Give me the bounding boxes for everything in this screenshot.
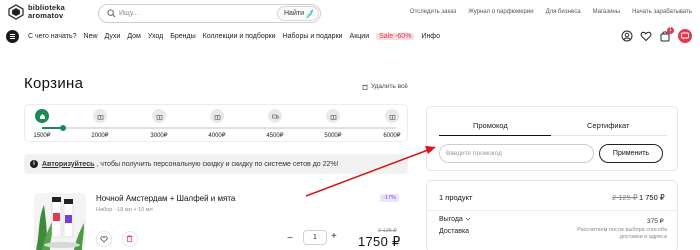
logo[interactable]: biblioteka aromatov [8, 4, 65, 20]
chevron-down-icon [465, 217, 471, 221]
search-icon [107, 9, 116, 18]
discount-badge: -17% [380, 194, 399, 202]
info-icon: i [30, 160, 38, 168]
summary-benefit-value: 375 ₽ [647, 218, 664, 225]
nav-item-start[interactable]: С чего начать? [28, 33, 77, 40]
top-link-business[interactable]: Для бизнеса [546, 9, 581, 15]
progress-track [42, 125, 396, 131]
discount-progress: 1500₽ 2000₽ 3000₽ 4000₽ 4500₽ 5000₽ 6000… [24, 104, 408, 142]
nav-item-care[interactable]: Уход [148, 33, 163, 40]
top-link-track-order[interactable]: Отследить заказ [410, 9, 456, 15]
summary-delivery-note: Рассчитаем после выбора способа доставки… [577, 227, 667, 240]
milestone-label: 4000₽ [208, 133, 226, 139]
milestone-icon-gift [210, 109, 224, 123]
qty-decrease-button[interactable]: − [287, 233, 293, 244]
page-title: Корзина [24, 75, 84, 92]
milestone-icon-gift [93, 109, 107, 123]
nav-item-brands[interactable]: Бренды [170, 33, 195, 40]
nav-item-sets[interactable]: Наборы и подарки [283, 33, 343, 40]
remove-item-button[interactable] [122, 231, 138, 247]
qty-input[interactable]: 1 [303, 230, 327, 245]
auth-notice: i Авторизуйтесь , чтобы получить персона… [24, 154, 408, 174]
nav-item-sale[interactable]: Sale -60% [376, 33, 415, 40]
feather-icon [304, 9, 313, 20]
product-price: 1750 ₽ [358, 234, 401, 249]
nav-item-info[interactable]: Инфо [421, 33, 440, 40]
nav-item-new[interactable]: New [84, 33, 98, 40]
summary-divider [427, 210, 677, 211]
search-button-label: Найти [284, 10, 304, 17]
trash-icon [126, 235, 133, 242]
chat-button[interactable] [678, 29, 692, 43]
auth-link[interactable]: Авторизуйтесь [42, 161, 94, 168]
nav-item-home[interactable]: Дом [127, 33, 141, 40]
menu-icon[interactable] [6, 30, 19, 43]
cart-icon[interactable]: 1 [659, 27, 674, 42]
benefit-label-text: Выгода [439, 216, 463, 223]
summary-old-total: 2 125 ₽ [612, 193, 638, 202]
nav-item-collections[interactable]: Коллекции и подборки [203, 33, 276, 40]
promo-card: Промокод Сертификат Применить [426, 106, 678, 171]
delete-all-label: Удалить всё [371, 83, 408, 90]
milestone-label: 4500₽ [266, 133, 284, 139]
product-image[interactable] [34, 193, 86, 250]
cart-badge: 1 [667, 27, 674, 34]
milestone-label: 5000₽ [324, 133, 342, 139]
search-button[interactable]: Найти [277, 6, 319, 21]
nav-item-perfume[interactable]: Духи [105, 33, 121, 40]
milestone-icon-gift [326, 109, 340, 123]
nav-item-promos[interactable]: Акции [350, 33, 370, 40]
tab-certificate[interactable]: Сертификат [587, 121, 629, 130]
tab-underline [551, 135, 667, 136]
product-image-art [34, 193, 86, 250]
heart-icon[interactable] [640, 30, 652, 42]
header: biblioteka aromatov Найти Отследить зака… [0, 0, 700, 27]
product-name[interactable]: Ночной Амстердам + Шалфей и мята [96, 194, 235, 203]
search-bar: Найти [98, 4, 321, 23]
milestone-label: 2000₽ [91, 133, 109, 139]
qty-increase-button[interactable]: + [331, 231, 337, 242]
heart-icon [100, 236, 108, 243]
summary-delivery-label: Доставка [439, 228, 470, 235]
apply-promocode-button[interactable]: Применить [599, 144, 663, 163]
nav-icons: 1 [621, 27, 692, 43]
tab-promocode[interactable]: Промокод [473, 121, 508, 130]
tab-underline-active [439, 135, 551, 136]
logo-mark-icon [8, 4, 24, 20]
top-links: Отследить заказ Журнал о парфюмерии Для … [410, 9, 692, 15]
milestone-label: 3000₽ [150, 133, 168, 139]
delete-all-button[interactable]: Удалить всё [362, 83, 408, 90]
top-link-journal[interactable]: Журнал о парфюмерии [468, 9, 533, 15]
progress-marker [60, 125, 67, 131]
promocode-input[interactable] [439, 144, 594, 163]
summary-total: 1 750 ₽ [639, 193, 665, 202]
nav-menu: С чего начать? New Духи Дом Уход Бренды … [28, 33, 440, 40]
top-link-earn[interactable]: Начать зарабатывать [632, 9, 692, 15]
milestone-label: 1500₽ [33, 133, 51, 139]
milestone-icon-gift [152, 109, 166, 123]
auth-notice-text: , чтобы получить персональную скидку и с… [96, 160, 339, 168]
product-subtitle: Набор · 18 мл + 10 мл [96, 207, 153, 213]
user-icon[interactable] [621, 30, 633, 42]
milestone-icon-truck [268, 109, 282, 123]
main-nav: С чего начать? New Духи Дом Уход Бренды … [0, 27, 700, 49]
order-summary: 1 продукт 2 125 ₽ 1 750 ₽ Выгода 375 ₽ Д… [426, 180, 678, 250]
milestone-icon-home [35, 109, 49, 123]
milestone-label: 6000₽ [383, 133, 401, 139]
search-input[interactable] [119, 7, 269, 20]
milestone-icon-gift [385, 109, 399, 123]
favorite-button[interactable] [96, 231, 112, 247]
summary-benefit-label[interactable]: Выгода [439, 216, 471, 223]
chat-icon [681, 32, 689, 40]
summary-count: 1 продукт [439, 193, 473, 202]
top-link-stores[interactable]: Магазины [593, 9, 620, 15]
trash-icon [362, 84, 368, 90]
logo-line2: aromatov [28, 11, 64, 20]
